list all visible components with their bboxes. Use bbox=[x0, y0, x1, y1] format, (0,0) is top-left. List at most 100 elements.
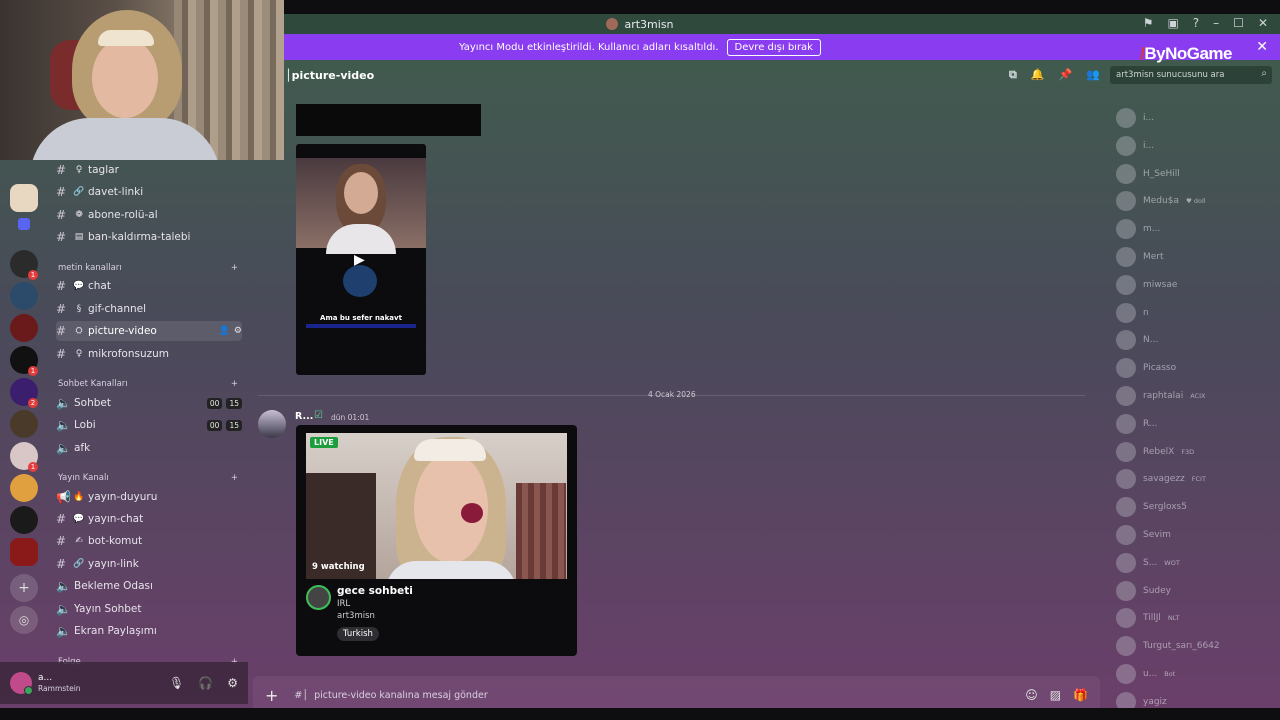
invite-icon[interactable]: 👤 bbox=[219, 326, 230, 336]
channel-abone-rolu-al[interactable]: # ❁ abone-rolü-al bbox=[56, 205, 242, 225]
close-window-icon[interactable]: ✕ bbox=[1258, 16, 1268, 30]
gift-icon[interactable]: 🎁 bbox=[1073, 688, 1088, 702]
member-item[interactable]: Sevim bbox=[1116, 524, 1276, 546]
channel-yayin-duyuru[interactable]: 📢 🔥 yayın-duyuru bbox=[56, 487, 242, 507]
member-item[interactable]: S... WOT bbox=[1116, 552, 1276, 574]
channel-chat[interactable]: # 💬 chat bbox=[56, 276, 242, 296]
member-item[interactable]: raphtalai ACIX bbox=[1116, 385, 1276, 407]
channel-yayin-link[interactable]: # 🔗 yayın-link bbox=[56, 554, 242, 574]
category-label: Sohbet Kanalları bbox=[58, 379, 128, 389]
server-icon[interactable] bbox=[10, 410, 38, 438]
author-avatar[interactable] bbox=[258, 410, 286, 438]
add-channel-icon[interactable]: + bbox=[231, 473, 238, 483]
streamer-avatar[interactable] bbox=[306, 585, 331, 610]
stream-thumbnail[interactable] bbox=[306, 433, 567, 579]
channel-mikrofonsuzum[interactable]: # ♀ mikrofonsuzum bbox=[56, 344, 242, 364]
hash-icon: # bbox=[56, 185, 67, 199]
member-item[interactable]: yagiz bbox=[1116, 691, 1276, 708]
server-icon[interactable]: 2 bbox=[10, 378, 38, 408]
user-avatar[interactable] bbox=[10, 672, 33, 695]
user-info[interactable]: a... Rammstein bbox=[38, 673, 81, 693]
add-channel-icon[interactable]: + bbox=[231, 263, 238, 273]
stream-language-tag[interactable]: Turkish bbox=[337, 627, 379, 641]
member-item[interactable]: N... bbox=[1116, 329, 1276, 351]
channel-davet-linki[interactable]: # 🔗 davet-linki bbox=[56, 182, 242, 202]
member-item[interactable]: i... bbox=[1116, 135, 1276, 157]
play-icon[interactable]: ▶ bbox=[354, 252, 365, 268]
stream-embed[interactable]: LIVE 9 watching gece sohbeti IRL art3mis… bbox=[296, 425, 577, 656]
server-icon[interactable] bbox=[10, 314, 38, 342]
author-name[interactable]: R... bbox=[295, 411, 313, 422]
server-icon[interactable]: 1 bbox=[10, 250, 38, 280]
voice-channel-lobi[interactable]: 🔈 Lobi 00 15 bbox=[56, 415, 242, 435]
category-yayin-kanali[interactable]: Yayın Kanalı + bbox=[58, 473, 238, 483]
channel-gif-channel[interactable]: # § gif-channel bbox=[56, 299, 242, 319]
member-item[interactable]: Turgut_sarı_6642 bbox=[1116, 635, 1276, 657]
member-item[interactable]: Sergloxs5 bbox=[1116, 496, 1276, 518]
add-channel-icon[interactable]: + bbox=[231, 379, 238, 389]
channel-bot-komut[interactable]: # ✍ bot-komut bbox=[56, 531, 242, 551]
member-item[interactable]: Picasso bbox=[1116, 357, 1276, 379]
server-icon[interactable]: 1 bbox=[10, 442, 38, 472]
minimize-icon[interactable]: – bbox=[1213, 16, 1219, 30]
member-item[interactable]: Mert bbox=[1116, 246, 1276, 268]
members-icon[interactable]: 👥 bbox=[1086, 68, 1100, 82]
member-item[interactable]: savagezz FCIT bbox=[1116, 468, 1276, 490]
member-item[interactable]: Sudey bbox=[1116, 580, 1276, 602]
stream-title[interactable]: gece sohbeti bbox=[337, 585, 413, 597]
maximize-icon[interactable]: ☐ bbox=[1233, 16, 1244, 30]
user-limit: 15 bbox=[226, 397, 242, 409]
member-item[interactable]: i... bbox=[1116, 107, 1276, 129]
member-item[interactable]: m... bbox=[1116, 218, 1276, 240]
member-item[interactable]: H_SeHill bbox=[1116, 163, 1276, 185]
server-icon[interactable] bbox=[10, 184, 38, 212]
channel-taglar[interactable]: # ♀ taglar bbox=[56, 160, 242, 180]
settings-gear-icon[interactable]: ⚙ bbox=[234, 326, 242, 336]
sticker-icon[interactable]: ▨ bbox=[1050, 688, 1061, 702]
help-icon[interactable]: ? bbox=[1193, 16, 1199, 30]
video-attachment[interactable]: ▶ Ama bu sefer nakavt bbox=[296, 144, 426, 375]
voice-channel-afk[interactable]: 🔈 afk bbox=[56, 438, 242, 458]
server-icon[interactable] bbox=[10, 474, 38, 502]
voice-channel-yayin-sohbet[interactable]: 🔈 Yayın Sohbet bbox=[56, 599, 242, 619]
channel-label: yayın-link bbox=[88, 558, 139, 570]
server-icon[interactable] bbox=[10, 506, 38, 534]
user-settings-gear-icon[interactable]: ⚙ bbox=[227, 676, 238, 690]
member-item[interactable]: u... Bot bbox=[1116, 663, 1276, 685]
discover-icon[interactable]: ◎ bbox=[10, 606, 38, 634]
microphone-icon[interactable]: 🎙 bbox=[169, 676, 184, 690]
server-icon[interactable] bbox=[10, 538, 38, 566]
flag-icon[interactable]: ⚑ bbox=[1143, 16, 1154, 30]
server-icon[interactable] bbox=[10, 282, 38, 310]
server-search-input[interactable]: art3misn sunucusunu ara ⌕ bbox=[1110, 66, 1272, 84]
emoji-icon[interactable]: ☺ bbox=[1025, 688, 1038, 702]
disable-streamer-mode-button[interactable]: Devre dışı bırak bbox=[726, 38, 821, 56]
member-item[interactable]: miwsae bbox=[1116, 274, 1276, 296]
dm-icon[interactable] bbox=[18, 218, 30, 230]
server-icon[interactable]: 1 bbox=[10, 346, 38, 376]
close-banner-icon[interactable]: ✕ bbox=[1256, 39, 1268, 55]
member-item[interactable]: R... bbox=[1116, 413, 1276, 435]
threads-icon[interactable]: ⧉ bbox=[1009, 68, 1017, 82]
message-composer[interactable]: + #│ picture-video kanalına mesaj gönder… bbox=[253, 676, 1100, 708]
category-sohbet-kanallari[interactable]: Sohbet Kanalları + bbox=[58, 379, 238, 389]
voice-channel-sohbet[interactable]: 🔈 Sohbet 00 15 bbox=[56, 393, 242, 413]
voice-channel-bekleme-odasi[interactable]: 🔈 Bekleme Odası bbox=[56, 576, 242, 596]
member-item[interactable]: TillJl NLT bbox=[1116, 607, 1276, 629]
add-server-icon[interactable]: + bbox=[10, 574, 38, 602]
member-item[interactable]: RebelX F3D bbox=[1116, 441, 1276, 463]
channel-yayin-chat[interactable]: # 💬 yayın-chat bbox=[56, 509, 242, 529]
voice-channel-ekran-paylasimi[interactable]: 🔈 Ekran Paylaşımı bbox=[56, 621, 242, 641]
channel-picture-video[interactable]: # ⛭ picture-video 👤 ⚙ bbox=[56, 321, 242, 341]
pin-icon[interactable]: 📌 bbox=[1059, 68, 1073, 82]
member-guild-tag: ♥ doll bbox=[1185, 197, 1206, 206]
attach-plus-icon[interactable]: + bbox=[265, 686, 278, 705]
channel-ban-kaldirma-talebi[interactable]: # ▤ ban-kaldırma-talebi bbox=[56, 227, 242, 247]
headphones-icon[interactable]: 🎧 bbox=[198, 676, 213, 690]
bell-icon[interactable]: 🔔 bbox=[1031, 68, 1045, 82]
category-metin-kanallari[interactable]: metin kanalları + bbox=[58, 263, 238, 273]
message-attachment[interactable] bbox=[296, 104, 481, 136]
member-item[interactable]: Medu$a ♥ doll bbox=[1116, 190, 1276, 212]
member-item[interactable]: n bbox=[1116, 302, 1276, 324]
screen-icon[interactable]: ▣ bbox=[1167, 16, 1178, 30]
